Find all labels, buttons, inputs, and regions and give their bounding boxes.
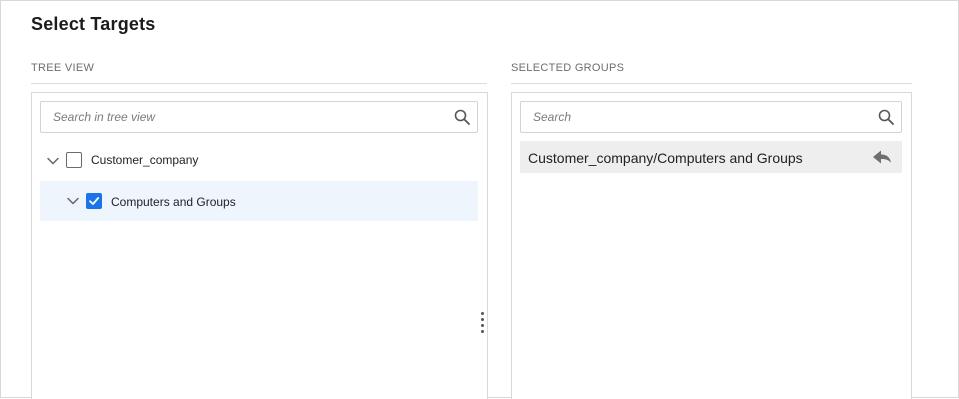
dialog-title: Select Targets	[31, 14, 156, 34]
chevron-down-icon[interactable]	[46, 154, 60, 168]
selected-group-label: Customer_company/Computers and Groups	[528, 150, 803, 166]
selected-group-item[interactable]: Customer_company/Computers and Groups	[520, 141, 902, 173]
tree-node-computers-and-groups[interactable]: Computers and Groups	[40, 181, 478, 221]
tree-search-box	[40, 101, 478, 133]
tree-view-divider	[31, 83, 487, 84]
panel-resize-handle[interactable]	[480, 312, 485, 333]
search-icon[interactable]	[877, 108, 895, 126]
remove-arrow-icon[interactable]	[872, 149, 892, 165]
computers-and-groups-checkbox[interactable]	[86, 193, 102, 209]
tree-node-label: Computers and Groups	[111, 195, 236, 209]
chevron-down-icon[interactable]	[66, 194, 80, 208]
selected-groups-section-label: SELECTED GROUPS	[511, 62, 625, 74]
tree-view-panel	[31, 92, 488, 399]
selected-groups-panel	[511, 92, 912, 399]
checkmark-icon	[89, 197, 100, 205]
tree-search-input[interactable]	[41, 102, 477, 132]
search-icon[interactable]	[453, 108, 471, 126]
selected-search-input[interactable]	[521, 102, 901, 132]
tree-node-label: Customer_company	[91, 153, 199, 167]
tree-node-customer-company[interactable]: Customer_company	[40, 141, 478, 181]
selected-search-box	[520, 101, 902, 133]
selected-groups-divider	[511, 83, 912, 84]
customer-company-checkbox[interactable]	[66, 152, 82, 168]
tree-view-section-label: TREE VIEW	[31, 62, 95, 74]
